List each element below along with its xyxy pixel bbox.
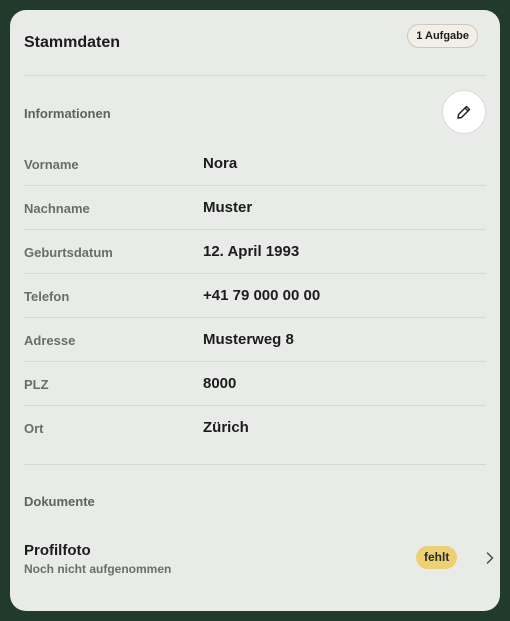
row-label: Geburtsdatum [24,245,113,260]
row-label: Ort [24,421,44,436]
document-item-profilfoto[interactable]: Profilfoto Noch nicht aufgenommen fehlt [24,538,494,578]
info-row-adresse: Adresse Musterweg 8 [24,318,486,362]
row-value: Musterweg 8 [203,331,294,348]
edit-button[interactable] [442,90,486,134]
row-value: Nora [203,155,238,172]
info-row-plz: PLZ 8000 [24,362,486,406]
document-subtitle: Noch nicht aufgenommen [24,562,172,576]
row-value: 12. April 1993 [203,243,300,260]
card-header: Stammdaten 1 Aufgabe [24,24,486,64]
row-value: +41 79 000 00 00 [203,287,321,304]
row-label: Vorname [24,157,79,172]
chevron-right-icon [486,552,494,564]
status-badge: fehlt [416,546,458,569]
document-title: Profilfoto [24,542,91,559]
section-label-informationen: Informationen [24,106,111,121]
task-count-badge[interactable]: 1 Aufgabe [407,24,478,48]
row-label: Telefon [24,289,70,304]
row-value: 8000 [203,375,237,392]
row-value: Muster [203,199,253,216]
row-label: PLZ [24,377,49,392]
section-label-dokumente: Dokumente [24,494,95,509]
info-rows: Vorname Nora Nachname Muster Geburtsdatu… [24,142,486,449]
info-row-vorname: Vorname Nora [24,142,486,186]
section-divider [24,464,486,465]
row-label: Nachname [24,201,90,216]
stammdaten-card: Stammdaten 1 Aufgabe Informationen Vorna… [10,10,500,611]
card-title: Stammdaten [24,34,121,51]
pencil-icon [457,105,471,119]
header-divider [24,75,486,76]
info-row-telefon: Telefon +41 79 000 00 00 [24,274,486,318]
info-row-geburtsdatum: Geburtsdatum 12. April 1993 [24,230,486,274]
row-label: Adresse [24,333,76,348]
info-row-ort: Ort Zürich [24,406,486,449]
row-value: Zürich [203,419,249,436]
info-row-nachname: Nachname Muster [24,186,486,230]
